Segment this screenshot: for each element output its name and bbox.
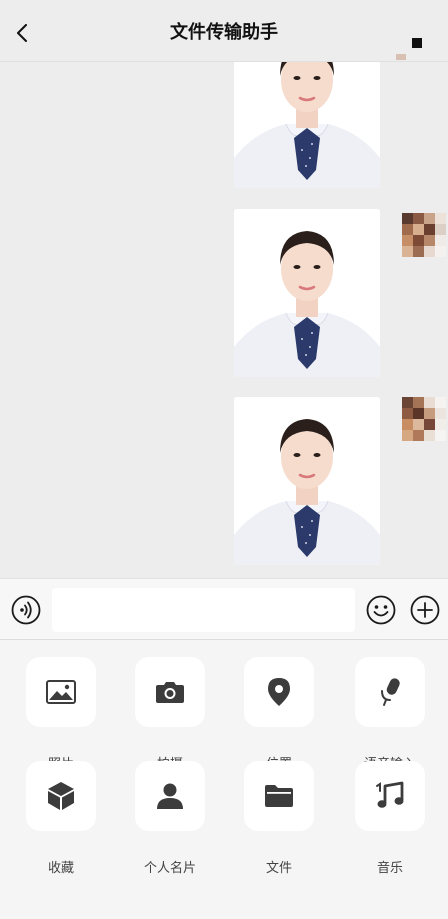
tool-music[interactable]: 音乐 bbox=[345, 761, 435, 876]
location-icon bbox=[268, 678, 290, 706]
music-icon bbox=[376, 781, 404, 808]
more-icon[interactable] bbox=[396, 20, 436, 60]
emoji-icon[interactable] bbox=[366, 595, 396, 625]
plus-icon[interactable] bbox=[410, 595, 440, 625]
avatar[interactable] bbox=[402, 213, 446, 257]
camera-icon bbox=[156, 682, 184, 703]
tool-label: 文件 bbox=[265, 861, 292, 876]
avatar[interactable] bbox=[402, 397, 446, 441]
chat-message-list[interactable] bbox=[0, 62, 448, 578]
nav-bar: 文件传输助手 bbox=[0, 0, 448, 62]
folder-icon bbox=[265, 785, 293, 807]
portrait-photo bbox=[234, 397, 380, 565]
portrait-photo bbox=[234, 209, 380, 377]
tool-favorites[interactable]: 收藏 bbox=[16, 761, 106, 876]
chat-message bbox=[0, 62, 448, 190]
tool-tile[interactable] bbox=[26, 657, 96, 727]
tool-tile[interactable] bbox=[244, 657, 314, 727]
input-bar bbox=[0, 578, 448, 640]
tool-label: 音乐 bbox=[376, 861, 403, 876]
photo-icon bbox=[46, 680, 76, 704]
chat-message bbox=[0, 209, 448, 379]
tool-label: 个人名片 bbox=[143, 861, 196, 876]
contact-card-icon bbox=[157, 783, 183, 809]
tool-photo[interactable]: 照片 bbox=[16, 657, 106, 772]
voice-icon[interactable] bbox=[11, 595, 41, 625]
tool-location[interactable]: 位置 bbox=[234, 657, 324, 772]
microphone-icon bbox=[381, 678, 400, 706]
tool-tile[interactable] bbox=[26, 761, 96, 831]
favorites-icon bbox=[48, 782, 74, 810]
tool-tile[interactable] bbox=[135, 761, 205, 831]
page-title: 文件传输助手 bbox=[170, 21, 278, 43]
image-message[interactable] bbox=[234, 397, 380, 565]
tool-voice-input[interactable]: 语音输入 bbox=[345, 657, 435, 772]
tool-camera[interactable]: 拍摄 bbox=[125, 657, 215, 772]
tool-tile[interactable] bbox=[355, 657, 425, 727]
image-message[interactable] bbox=[234, 209, 380, 377]
tool-file[interactable]: 文件 bbox=[234, 761, 324, 876]
back-arrow-icon[interactable] bbox=[14, 24, 32, 42]
tool-tile[interactable] bbox=[244, 761, 314, 831]
message-input[interactable] bbox=[52, 588, 355, 632]
more-functions-panel: 照片 拍摄 位置 语音输入 bbox=[0, 640, 448, 919]
image-message[interactable] bbox=[234, 62, 380, 188]
tool-tile[interactable] bbox=[355, 761, 425, 831]
portrait-photo bbox=[234, 62, 380, 188]
tool-contact-card[interactable]: 个人名片 bbox=[125, 761, 215, 876]
tool-label: 收藏 bbox=[47, 861, 74, 876]
tool-tile[interactable] bbox=[135, 657, 205, 727]
chat-message bbox=[0, 397, 448, 567]
